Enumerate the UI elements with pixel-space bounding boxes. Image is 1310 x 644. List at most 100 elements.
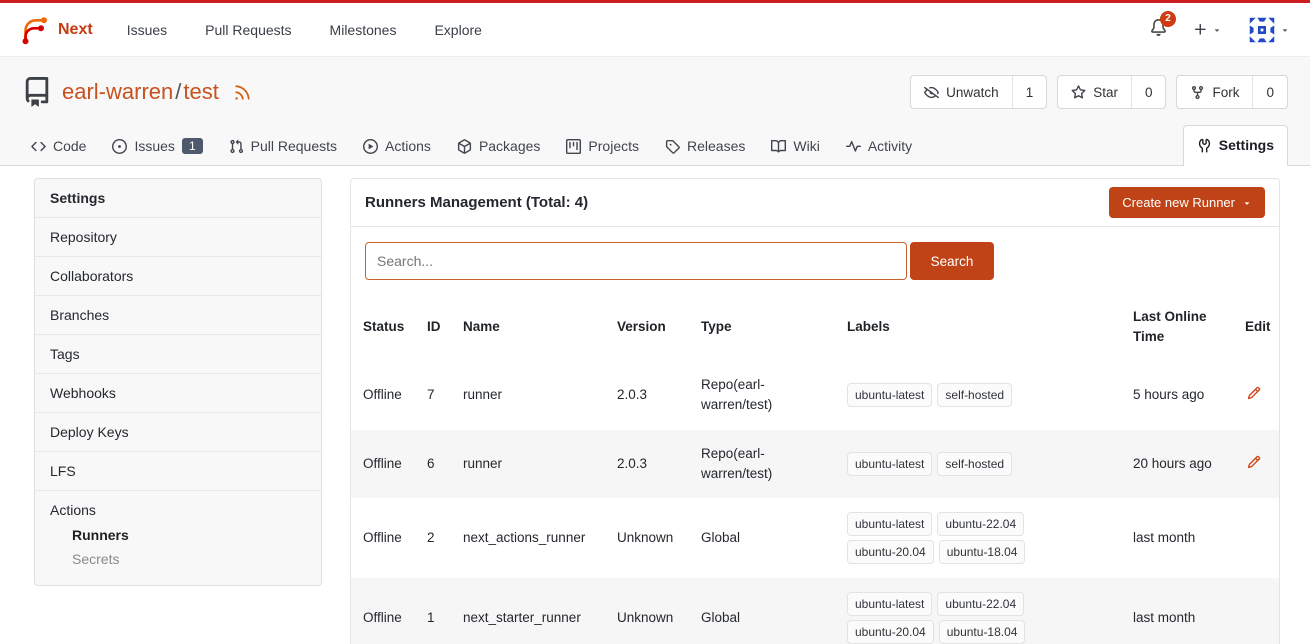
user-avatar (1248, 16, 1276, 44)
header-last-online: Last Online Time (1121, 292, 1233, 361)
settings-sidebar: Settings Repository Collaborators Branch… (34, 178, 322, 586)
plus-icon (1193, 22, 1208, 37)
issue-opened-icon (112, 139, 127, 154)
tab-releases[interactable]: Releases (652, 127, 758, 165)
sidebar-item-webhooks[interactable]: Webhooks (35, 374, 321, 413)
tab-packages[interactable]: Packages (444, 127, 553, 165)
sidebar-item-deploy-keys[interactable]: Deploy Keys (35, 413, 321, 452)
tab-settings[interactable]: Settings (1183, 125, 1288, 166)
tab-activity[interactable]: Activity (833, 127, 925, 165)
repo-owner-link[interactable]: earl-warren (62, 79, 173, 104)
runner-id: 2 (415, 498, 451, 578)
watchers-count[interactable]: 1 (1012, 76, 1047, 108)
tab-label: Actions (385, 138, 431, 154)
tab-issues[interactable]: Issues 1 (99, 127, 215, 165)
runner-status: Offline (351, 361, 415, 430)
sidebar-item-secrets[interactable]: Secrets (72, 547, 306, 571)
runner-version: Unknown (605, 498, 689, 578)
sidebar-item-runners[interactable]: Runners (72, 523, 306, 547)
sidebar-item-actions[interactable]: Actions Runners Secrets (35, 491, 321, 585)
tools-icon (1197, 138, 1212, 153)
runner-search-row: Search (351, 227, 1279, 292)
tab-wiki[interactable]: Wiki (758, 127, 832, 165)
tab-code[interactable]: Code (18, 127, 99, 165)
tab-label: Projects (588, 138, 639, 154)
runner-type: Global (689, 578, 835, 644)
header-version: Version (605, 292, 689, 361)
edit-runner-button[interactable] (1245, 384, 1263, 405)
project-icon (566, 139, 581, 154)
nav-link-explore[interactable]: Explore (434, 22, 481, 38)
table-row: Offline 2 next_actions_runner Unknown Gl… (351, 498, 1279, 578)
fork-button[interactable]: Fork 0 (1176, 75, 1288, 109)
navbar-right: 2 (1150, 16, 1290, 44)
sidebar-item-repository[interactable]: Repository (35, 218, 321, 257)
runners-panel: Runners Management (Total: 4) Create new… (350, 178, 1280, 644)
edit-runner-button[interactable] (1245, 453, 1263, 474)
runners-panel-header: Runners Management (Total: 4) Create new… (351, 179, 1279, 227)
runner-name: runner (451, 430, 605, 499)
settings-content: Settings Repository Collaborators Branch… (0, 166, 1310, 644)
runner-name: next_starter_runner (451, 578, 605, 644)
repo-name-link[interactable]: test (183, 79, 218, 104)
nav-link-milestones[interactable]: Milestones (330, 22, 397, 38)
caret-down-icon (1212, 25, 1222, 35)
sidebar-item-collaborators[interactable]: Collaborators (35, 257, 321, 296)
stars-count[interactable]: 0 (1131, 76, 1166, 108)
tab-label: Issues (134, 138, 174, 154)
nav-link-issues[interactable]: Issues (127, 22, 167, 38)
create-new-runner-button[interactable]: Create new Runner (1109, 187, 1265, 218)
runner-id: 6 (415, 430, 451, 499)
sidebar-item-lfs[interactable]: LFS (35, 452, 321, 491)
label-chip: ubuntu-22.04 (937, 592, 1024, 616)
runner-last-online: last month (1121, 498, 1233, 578)
sidebar-item-branches[interactable]: Branches (35, 296, 321, 335)
create-new-dropdown[interactable] (1193, 22, 1222, 37)
label-chip: ubuntu-latest (847, 512, 932, 536)
runner-id: 1 (415, 578, 451, 644)
top-navbar: Next Issues Pull Requests Milestones Exp… (0, 0, 1310, 57)
caret-down-icon (1280, 25, 1290, 35)
table-row: Offline 1 next_starter_runner Unknown Gl… (351, 578, 1279, 644)
repo-action-buttons: Unwatch 1 Star 0 Fork (910, 75, 1288, 109)
runners-table: Status ID Name Version Type Labels Last … (351, 292, 1279, 644)
tab-label: Packages (479, 138, 540, 154)
tab-pull-requests[interactable]: Pull Requests (216, 127, 350, 165)
search-button[interactable]: Search (910, 242, 994, 280)
table-header-row: Status ID Name Version Type Labels Last … (351, 292, 1279, 361)
rss-icon[interactable] (233, 83, 252, 102)
runner-status: Offline (351, 430, 415, 499)
sidebar-item-tags[interactable]: Tags (35, 335, 321, 374)
repo-tab-bar: Code Issues 1 Pull Requests Actions Pack… (0, 123, 1310, 166)
notifications-button[interactable]: 2 (1150, 19, 1167, 41)
runner-name: runner (451, 361, 605, 430)
forgejo-brand[interactable]: Next (20, 15, 93, 45)
tag-icon (665, 139, 680, 154)
label-chip: ubuntu-18.04 (939, 620, 1026, 644)
runner-labels: ubuntu-latest ubuntu-22.04 ubuntu-20.04 … (847, 512, 1039, 564)
header-type: Type (689, 292, 835, 361)
label-chip: ubuntu-20.04 (847, 540, 934, 564)
runner-type: Global (689, 498, 835, 578)
repo-separator: / (175, 79, 181, 104)
tab-actions[interactable]: Actions (350, 127, 444, 165)
code-icon (31, 139, 46, 154)
tab-label: Activity (868, 138, 912, 154)
search-input[interactable] (365, 242, 907, 280)
header-labels: Labels (835, 292, 1121, 361)
unwatch-button[interactable]: Unwatch 1 (910, 75, 1047, 109)
tab-projects[interactable]: Projects (553, 127, 652, 165)
book-icon (771, 139, 786, 154)
fork-label: Fork (1212, 85, 1239, 100)
tab-label: Wiki (793, 138, 819, 154)
fork-icon (1190, 85, 1205, 100)
label-chip: ubuntu-18.04 (939, 540, 1026, 564)
play-icon (363, 139, 378, 154)
user-menu-dropdown[interactable] (1248, 16, 1290, 44)
runner-last-online: 5 hours ago (1121, 361, 1233, 430)
pencil-icon (1247, 386, 1261, 400)
star-button[interactable]: Star 0 (1057, 75, 1166, 109)
runner-version: 2.0.3 (605, 361, 689, 430)
forks-count[interactable]: 0 (1252, 76, 1287, 108)
nav-link-pull-requests[interactable]: Pull Requests (205, 22, 291, 38)
